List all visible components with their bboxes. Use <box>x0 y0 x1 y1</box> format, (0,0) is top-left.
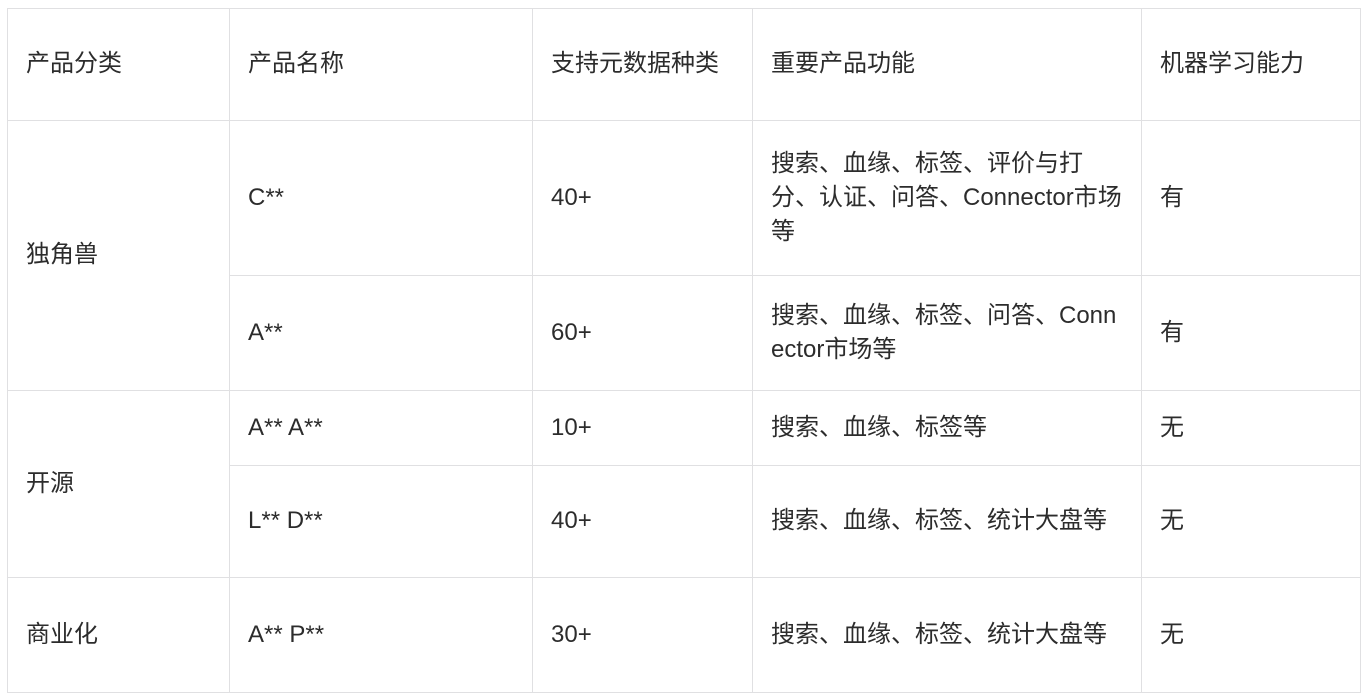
cell-key-features: 搜索、血缘、标签、统计大盘等 <box>752 577 1142 693</box>
cell-product-name: A** <box>229 275 533 391</box>
cell-product-name: A** P** <box>229 577 533 693</box>
cell-metadata-types: 10+ <box>532 390 753 466</box>
column-header-product-name: 产品名称 <box>229 8 533 121</box>
cell-ml-capability: 无 <box>1141 577 1361 693</box>
cell-ml-capability: 有 <box>1141 120 1361 276</box>
table-header-row: 产品分类 产品名称 支持元数据种类 重要产品功能 机器学习能力 <box>7 8 1361 121</box>
column-header-category: 产品分类 <box>7 8 230 121</box>
cell-key-features: 搜索、血缘、标签、问答、Connector市场等 <box>752 275 1142 391</box>
cell-metadata-types: 30+ <box>532 577 753 693</box>
product-comparison-table: 产品分类 产品名称 支持元数据种类 重要产品功能 机器学习能力 独角兽 C** 40… <box>7 8 1361 693</box>
cell-product-category: 开源 <box>7 390 230 578</box>
cell-ml-capability: 无 <box>1141 390 1361 466</box>
table-header: 产品分类 产品名称 支持元数据种类 重要产品功能 机器学习能力 <box>7 8 1361 121</box>
cell-product-name: L** D** <box>229 465 533 578</box>
table-row: 开源 A** A** 10+ 搜索、血缘、标签等无 <box>7 390 1361 578</box>
cell-product-name: C** <box>229 120 533 276</box>
cell-metadata-types: 40+ <box>532 120 753 276</box>
table-row: 独角兽 C** 40+ 搜索、血缘、标签、评价与打分、认证、问答、Connector市… <box>7 120 1361 391</box>
cell-product-category: 商业化 <box>7 577 230 693</box>
column-header-ml-capability: 机器学习能力 <box>1141 8 1361 121</box>
column-header-metadata-types: 支持元数据种类 <box>532 8 753 121</box>
cell-ml-capability: 有 <box>1141 275 1361 391</box>
cell-ml-capability: 无 <box>1141 465 1361 578</box>
cell-key-features: 搜索、血缘、标签等 <box>752 390 1142 466</box>
column-header-key-features: 重要产品功能 <box>752 8 1142 121</box>
cell-metadata-types: 40+ <box>532 465 753 578</box>
cell-key-features: 搜索、血缘、标签、评价与打分、认证、问答、Connector市场等 <box>752 120 1142 276</box>
table-body: 独角兽 C** 40+ 搜索、血缘、标签、评价与打分、认证、问答、Connector市… <box>7 120 1361 693</box>
product-comparison-table-container: 产品分类 产品名称 支持元数据种类 重要产品功能 机器学习能力 独角兽 C** 40… <box>7 8 1361 693</box>
cell-metadata-types: 60+ <box>532 275 753 391</box>
cell-product-name: A** A** <box>229 390 533 466</box>
cell-product-category: 独角兽 <box>7 120 230 391</box>
table-row: 商业化 A** P** 30+ 搜索、血缘、标签、统计大盘等无 <box>7 577 1361 693</box>
cell-key-features: 搜索、血缘、标签、统计大盘等 <box>752 465 1142 578</box>
